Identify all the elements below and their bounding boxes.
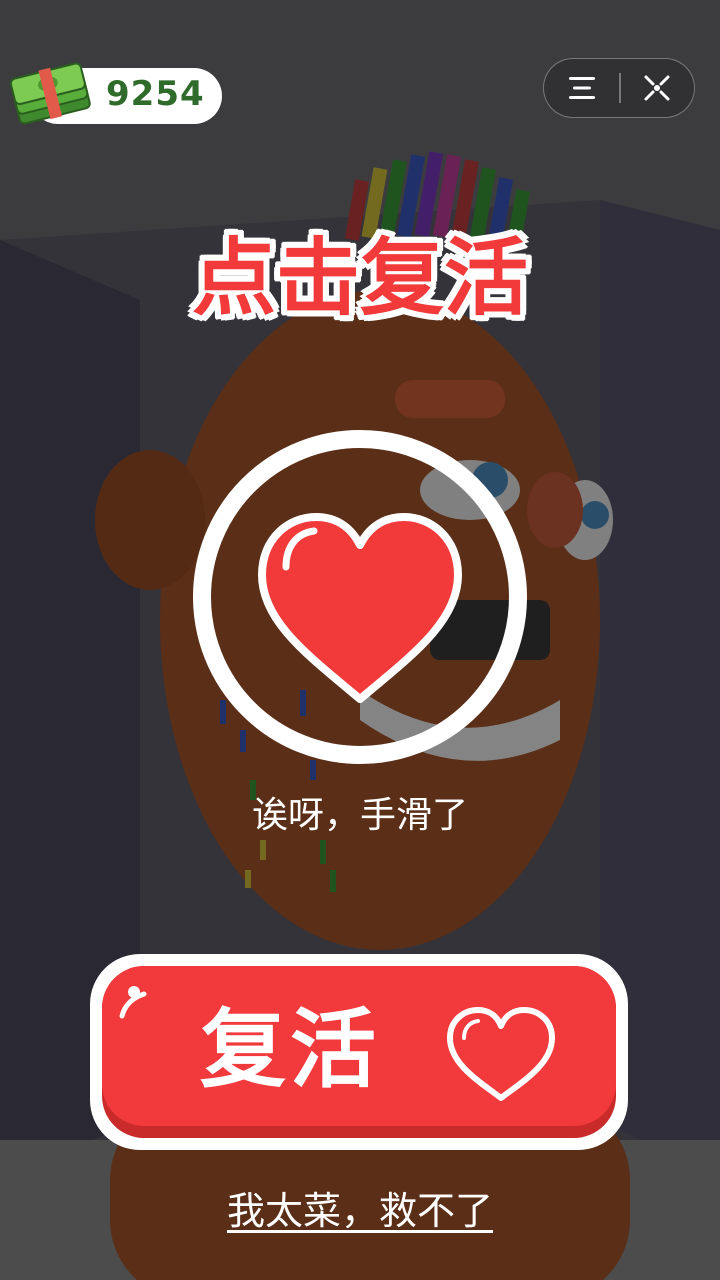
heart-icon bbox=[258, 513, 462, 703]
revive-button[interactable] bbox=[88, 952, 630, 1152]
revive-screen: 9254 点击复活 诶呀，手滑了 复活 我太菜，救不了 bbox=[0, 0, 720, 1280]
menu-button[interactable] bbox=[544, 59, 620, 116]
revive-subtitle: 诶呀，手滑了 bbox=[251, 795, 468, 836]
give-up-label: 我太菜，救不了 bbox=[226, 1189, 493, 1233]
menu-icon bbox=[569, 76, 595, 99]
cash-stack-icon bbox=[9, 62, 91, 125]
close-button[interactable] bbox=[620, 59, 694, 116]
close-icon bbox=[644, 75, 670, 100]
give-up-link[interactable]: 我太菜，救不了 bbox=[0, 1180, 720, 1235]
revive-heart-ring[interactable] bbox=[190, 427, 530, 767]
revive-title: 点击复活 bbox=[191, 229, 528, 327]
cash-amount: 9254 bbox=[106, 74, 205, 114]
mini-program-capsule bbox=[543, 58, 695, 118]
